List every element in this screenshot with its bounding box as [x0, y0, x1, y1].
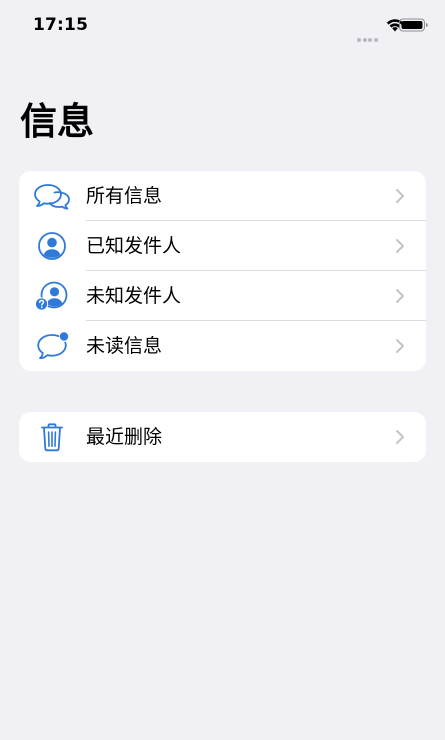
- chevron-right-icon: [396, 430, 404, 444]
- row-unread-messages[interactable]: 未读信息: [19, 321, 426, 371]
- row-label: 未读信息: [86, 335, 163, 357]
- row-label: 未知发件人: [86, 285, 182, 307]
- row-recently-deleted[interactable]: 最近删除: [19, 412, 426, 462]
- person-circle-icon: [38, 232, 66, 260]
- row-label: 已知发件人: [86, 235, 182, 257]
- row-known-senders[interactable]: 已知发件人: [19, 221, 426, 271]
- recently-deleted-group: 最近删除: [19, 412, 426, 462]
- battery-icon: [399, 18, 428, 32]
- page-title: 信息: [20, 100, 94, 143]
- row-label: 最近删除: [86, 426, 163, 448]
- status-bar: 17:15: [0, 0, 445, 52]
- unknown-person-icon: [34, 281, 68, 311]
- chevron-right-icon: [396, 289, 404, 303]
- chevron-right-icon: [396, 239, 404, 253]
- chevron-right-icon: [396, 189, 404, 203]
- unread-bubble-icon: [37, 332, 69, 360]
- chevron-right-icon: [396, 339, 404, 353]
- row-unknown-senders[interactable]: 未知发件人: [19, 271, 426, 321]
- trash-icon: [41, 423, 63, 452]
- cellular-signal-icon: [357, 27, 379, 42]
- row-all-messages[interactable]: 所有信息: [19, 171, 426, 221]
- row-label: 所有信息: [86, 185, 163, 207]
- mailbox-filter-group: 所有信息 已知发件人 未知发件人 未读信息: [19, 171, 426, 371]
- chat-bubbles-icon: [34, 184, 70, 210]
- status-time: 17:15: [33, 15, 89, 35]
